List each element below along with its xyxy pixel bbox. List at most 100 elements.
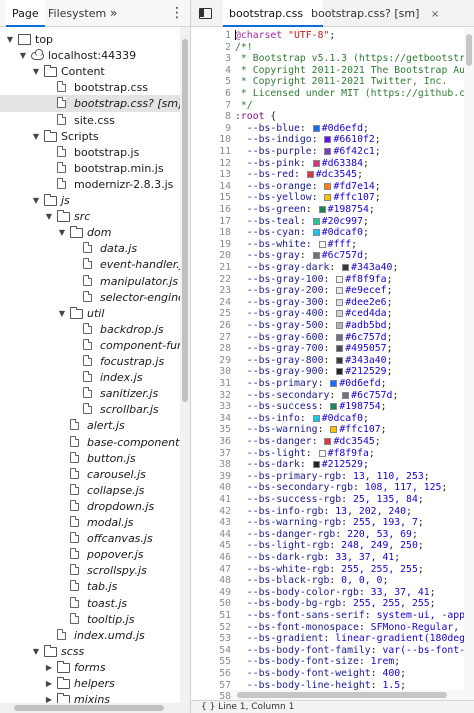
code-editor[interactable]: 1 @charset "UTF-8"; 2 /*! 3 * Bootstrap v5.1… [191, 28, 474, 700]
tree-file[interactable]: data.js [0, 240, 180, 257]
more-tabs-chevron-icon[interactable]: » [104, 0, 123, 27]
editor-vertical-scrollbar[interactable] [464, 28, 474, 700]
chevron-down-icon[interactable]: ▼ [30, 643, 42, 660]
tree-vertical-scrollbar[interactable] [180, 27, 190, 713]
chevron-down-icon[interactable]: ▼ [17, 47, 29, 64]
tree-file[interactable]: toast.js [0, 595, 180, 612]
code-line: --bs-green: #198754; [235, 204, 375, 216]
tree-file[interactable]: manipulator.js [0, 273, 180, 290]
chevron-down-icon[interactable]: ▼ [30, 128, 42, 145]
color-swatch[interactable] [336, 345, 344, 353]
tree-item-label: manipulator.js [100, 274, 179, 288]
tree-file[interactable]: modernizr-2.8.3.js [0, 176, 180, 193]
color-swatch[interactable] [330, 380, 338, 387]
tree-file[interactable]: backdrop.js [0, 321, 180, 338]
tree-file[interactable]: scrollbar.js [0, 401, 180, 418]
chevron-down-icon[interactable]: ▼ [4, 31, 16, 48]
color-swatch[interactable] [312, 217, 320, 225]
chevron-right-icon[interactable]: ▶ [43, 675, 55, 692]
tree-folder[interactable]: ▶ helpers [0, 675, 180, 692]
color-swatch[interactable] [312, 414, 320, 422]
tree-file[interactable]: index.js [0, 369, 180, 386]
chevron-down-icon[interactable]: ▼ [30, 192, 42, 209]
color-swatch[interactable] [330, 426, 338, 434]
tree-file[interactable]: selector-engine.js [0, 289, 180, 306]
tree-folder[interactable]: ▼ Content [0, 63, 180, 80]
tree-file[interactable]: scrollspy.js [0, 562, 180, 579]
color-swatch[interactable] [336, 310, 344, 318]
color-swatch[interactable] [324, 136, 332, 144]
color-swatch[interactable] [336, 275, 344, 283]
tab-filesystem[interactable]: Filesystem [42, 0, 112, 27]
chevron-down-icon[interactable]: ▼ [56, 305, 68, 322]
tree-node[interactable]: ▼ localhost:44339 [0, 47, 180, 64]
tree-file[interactable]: tab.js [0, 578, 180, 595]
color-swatch[interactable] [306, 171, 314, 179]
color-swatch[interactable] [318, 240, 326, 248]
tree-folder[interactable]: ▶ forms [0, 659, 180, 676]
tree-folder[interactable]: ▼ util [0, 305, 180, 322]
tree-file[interactable]: focustrap.js [0, 353, 180, 370]
tree-file[interactable]: alert.js [0, 417, 180, 434]
tree-file[interactable]: event-handler.js [0, 256, 180, 273]
color-swatch[interactable] [330, 403, 338, 411]
tree-folder[interactable]: ▼ dom [0, 224, 180, 241]
color-swatch[interactable] [336, 333, 344, 341]
color-swatch[interactable] [336, 287, 344, 295]
tree-folder[interactable]: ▼ scss [0, 643, 180, 660]
tree-file[interactable]: dropdown.js [0, 498, 180, 515]
color-swatch[interactable] [342, 391, 350, 399]
tree-file[interactable]: bootstrap.js [0, 144, 180, 161]
chevron-right-icon[interactable]: ▶ [43, 659, 55, 676]
tree-hscroll-thumb[interactable] [14, 705, 164, 711]
tree-file[interactable]: popover.js [0, 546, 180, 563]
tree-node[interactable]: ▼ top [0, 31, 180, 48]
tree-file[interactable]: component-functions.js [0, 337, 180, 354]
tree-file[interactable]: collapse.js [0, 482, 180, 499]
tree-file[interactable]: sanitizer.js [0, 385, 180, 402]
chevron-down-icon[interactable]: ▼ [30, 63, 42, 80]
color-swatch[interactable] [324, 148, 332, 155]
tab-page[interactable]: Page [6, 0, 45, 27]
color-swatch[interactable] [324, 182, 332, 190]
editor-horizontal-scrollbar[interactable] [231, 690, 464, 700]
color-swatch[interactable] [336, 356, 344, 364]
color-swatch[interactable] [324, 194, 332, 202]
color-swatch[interactable] [342, 264, 350, 271]
editor-scroll-thumb[interactable] [466, 34, 472, 66]
chevron-down-icon[interactable]: ▼ [43, 208, 55, 225]
more-options-icon[interactable]: ⋮ [164, 0, 190, 27]
editor-tab-bootstrap-css-sm[interactable]: bootstrap.css? [sm] × [305, 0, 445, 27]
color-swatch[interactable] [324, 438, 332, 445]
tree-folder[interactable]: ▼ Scripts [0, 128, 180, 145]
color-swatch[interactable] [312, 461, 320, 469]
color-swatch[interactable] [318, 449, 326, 457]
tree-file[interactable]: bootstrap.min.js [0, 160, 180, 177]
tree-file[interactable]: carousel.js [0, 466, 180, 483]
tree-file[interactable]: button.js [0, 450, 180, 467]
color-swatch[interactable] [312, 159, 320, 167]
tree-folder[interactable]: ▼ src [0, 208, 180, 225]
tree-file[interactable]: bootstrap.css? [sm] [0, 95, 180, 113]
close-tab-icon[interactable]: × [431, 9, 439, 20]
color-swatch[interactable] [318, 206, 326, 213]
tree-file[interactable]: tooltip.js [0, 611, 180, 628]
tree-file[interactable]: offcanvas.js [0, 530, 180, 547]
tree-file[interactable]: index.umd.js [0, 627, 180, 644]
tree-folder[interactable]: ▼ js [0, 192, 180, 209]
chevron-down-icon[interactable]: ▼ [56, 224, 68, 241]
tree-file[interactable]: base-component.js [0, 434, 180, 451]
color-swatch[interactable] [312, 229, 320, 237]
tree-scroll-thumb[interactable] [182, 39, 188, 402]
tree-file[interactable]: modal.js [0, 514, 180, 531]
editor-hscroll-thumb[interactable] [237, 692, 447, 698]
color-swatch[interactable] [336, 368, 344, 376]
color-swatch[interactable] [312, 252, 320, 260]
color-swatch[interactable] [336, 298, 344, 306]
tree-horizontal-scrollbar[interactable] [0, 703, 180, 713]
toggle-navigator-icon[interactable] [199, 8, 212, 19]
tree-file[interactable]: bootstrap.css [0, 79, 180, 96]
tree-file[interactable]: site.css [0, 112, 180, 129]
color-swatch[interactable] [336, 322, 344, 329]
color-swatch[interactable] [312, 124, 320, 132]
